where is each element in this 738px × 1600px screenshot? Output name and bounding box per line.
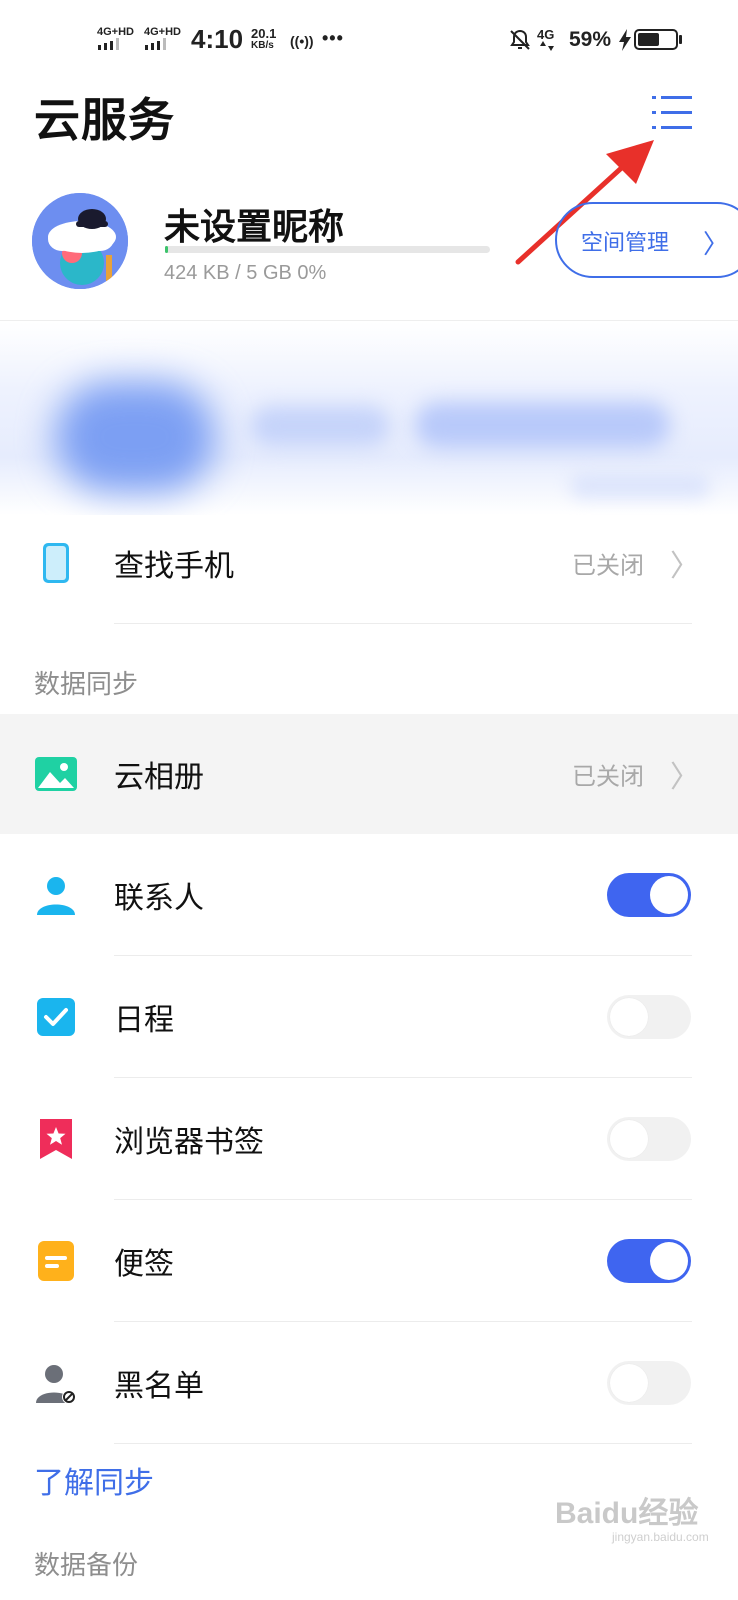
chevron-right-icon: 〉	[670, 549, 700, 584]
divider	[114, 1443, 692, 1444]
blacklist-toggle[interactable]	[607, 1361, 691, 1405]
cloud-album-status: 已关闭	[572, 762, 644, 791]
find-phone-label: 查找手机	[114, 549, 234, 584]
clock: 4:10	[191, 24, 244, 54]
net-speed-unit: KB/s	[251, 40, 274, 51]
signal-icon-2	[145, 38, 166, 50]
find-phone-status: 已关闭	[572, 551, 644, 580]
watermark: Baidu经验	[555, 1497, 699, 1530]
bookmark-star-icon	[40, 1119, 72, 1159]
space-management-label: 空间管理	[581, 231, 670, 256]
photo-icon	[35, 757, 77, 791]
notes-icon	[38, 1241, 74, 1281]
battery-icon	[634, 29, 678, 50]
toggle-knob	[610, 1120, 648, 1158]
sync-row-notes[interactable]: 便签	[0, 1200, 738, 1322]
hotspot-icon: ((•))	[290, 33, 314, 49]
calendar-toggle[interactable]	[607, 995, 691, 1039]
section-title-backup: 数据备份	[34, 1551, 139, 1581]
divider	[0, 320, 738, 321]
learn-sync-link[interactable]: 了解同步	[34, 1458, 154, 1502]
charging-bolt-icon	[619, 29, 631, 51]
cloud-icon	[55, 382, 215, 492]
more-dots-icon: •••	[322, 28, 344, 48]
blocked-person-icon	[36, 1365, 76, 1404]
section-title-sync: 数据同步	[34, 670, 139, 700]
cloud-album-row[interactable]: 云相册 已关闭 〉	[0, 714, 738, 834]
network-type-2: 4G+HD	[144, 26, 181, 38]
toggle-knob	[610, 1364, 648, 1402]
avatar[interactable]	[32, 193, 128, 289]
menu-button[interactable]	[652, 94, 694, 134]
phone-icon	[43, 543, 69, 583]
contact-person-icon	[37, 877, 75, 915]
toggle-knob	[610, 998, 648, 1036]
sync-item-label: 日程	[114, 1003, 174, 1038]
toggle-knob	[650, 876, 688, 914]
divider	[114, 623, 692, 624]
sync-row-calendar[interactable]: 日程	[0, 956, 738, 1078]
bell-muted-icon	[510, 29, 530, 50]
toggle-knob	[650, 1242, 688, 1280]
bookmarks-toggle[interactable]	[607, 1117, 691, 1161]
chevron-right-icon: 〉	[703, 230, 730, 260]
battery-tip	[679, 35, 682, 44]
data-arrows-icon	[540, 41, 554, 51]
notes-toggle[interactable]	[607, 1239, 691, 1283]
banner-text-blurred	[250, 406, 390, 446]
sync-row-blacklist[interactable]: 黑名单	[0, 1322, 738, 1444]
network-type-3: 4G	[537, 27, 555, 42]
page-title: 云服务	[34, 93, 175, 147]
storage-usage-bar	[165, 246, 490, 253]
sync-row-contacts[interactable]: 联系人	[0, 834, 738, 956]
list-menu-icon	[652, 96, 692, 129]
net-speed-value: 20.1	[251, 26, 277, 41]
sync-item-label: 便签	[114, 1247, 174, 1282]
calendar-check-icon	[37, 998, 75, 1036]
space-management-button[interactable]: 空间管理 〉	[555, 202, 738, 278]
contacts-toggle[interactable]	[607, 873, 691, 917]
cloud-album-label: 云相册	[114, 760, 204, 795]
avatar-image	[32, 193, 128, 289]
find-phone-row[interactable]: 查找手机 已关闭 〉	[0, 502, 738, 624]
banner-text-blurred	[570, 472, 710, 498]
sync-row-bookmarks[interactable]: 浏览器书签	[0, 1078, 738, 1200]
signal-icon-1	[98, 38, 119, 50]
network-type-1: 4G+HD	[97, 26, 134, 38]
status-bar: 4G+HD 4G+HD 4:10 20.1 KB/s ((•)) ••• 4G …	[0, 0, 738, 80]
chevron-right-icon: 〉	[670, 760, 700, 795]
sync-item-label: 黑名单	[114, 1369, 204, 1404]
nickname[interactable]: 未设置昵称	[164, 198, 344, 250]
watermark-url: jingyan.baidu.com	[612, 1530, 709, 1544]
storage-usage-fill	[165, 246, 169, 253]
battery-level	[638, 33, 659, 46]
sync-item-label: 联系人	[114, 881, 204, 916]
banner-text-blurred	[415, 402, 670, 448]
battery-percent: 59%	[569, 28, 612, 51]
sync-item-label: 浏览器书签	[114, 1125, 264, 1160]
promo-banner[interactable]	[0, 322, 738, 515]
storage-usage-text: 424 KB / 5 GB 0%	[164, 262, 327, 284]
